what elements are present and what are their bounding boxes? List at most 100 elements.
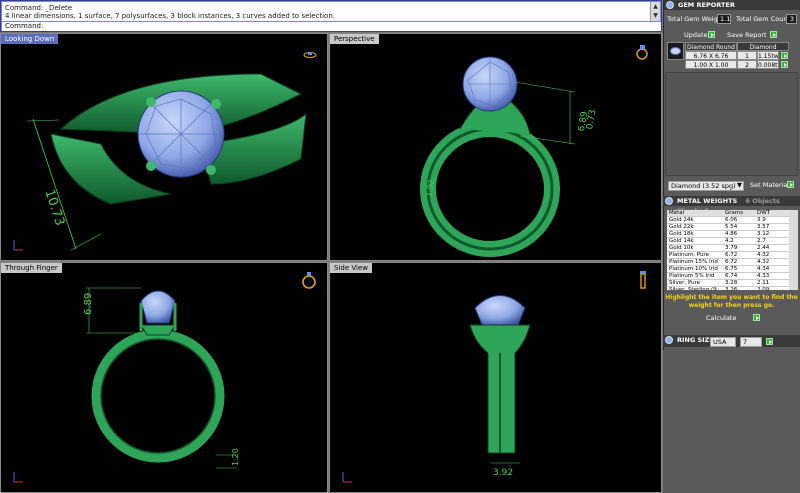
table-cell: 3.79 [725,245,738,251]
viewport-perspective[interactable]: 6.89 0.73 1.92 Perspective [329,33,662,261]
chevron-down-icon[interactable]: ▼ [737,181,742,189]
panel-title: METAL WEIGHTS [677,197,738,205]
table-row[interactable]: Gold 24k 6.06 3.9 [667,217,789,224]
gem-table-cell[interactable]: 1.15tw [757,51,779,60]
command-history-line: Command: _Delete [5,4,73,12]
column-header: DWT [757,210,771,216]
update-button[interactable]: Update [684,31,708,39]
table-row[interactable]: Gold 18k 4.86 3.12 [667,231,789,238]
gem-table-header: Diamond Round [685,42,737,51]
table-row[interactable]: Platinum, Pure 6.72 4.32 [667,252,789,259]
total-gem-weight-label: Total Gem Weight [667,15,725,23]
ring-icon [665,336,673,344]
table-header-row: Metal Grams DWT [667,210,789,217]
viewport-side-view[interactable]: 3.92 Side View [329,262,662,493]
table-cell: Silver, Pure [669,280,701,286]
viewport-title[interactable]: Side View [330,263,372,273]
table-cell: Gold 18k [669,231,694,237]
table-row[interactable]: Silver, Pure 3.28 2.11 [667,280,789,287]
table-row[interactable]: Gold 14k 4.2 2.7 [667,238,789,245]
table-cell: 6.72 [725,252,738,258]
scroll-up-icon[interactable]: ▲ [651,2,660,11]
viewport-looking-down[interactable]: 10.73 Looking Down [0,33,328,261]
dimension-label: 10.73 [41,188,67,228]
table-row[interactable]: Platinum 15% Irid 6.72 4.32 [667,259,789,266]
panel-empty-area [663,350,800,493]
total-gem-count-label: Total Gem Count [736,15,790,23]
calculate-go-icon[interactable] [753,314,760,321]
gem-table-cell[interactable]: 1 [737,51,757,60]
table-row[interactable]: Silver, Sterling (9.. 3.26 2.09 [667,287,789,290]
row-go-icon[interactable] [781,52,788,59]
table-cell: 2.11 [757,280,770,286]
ring-orientation-icon [636,45,648,60]
table-cell: 5.54 [725,224,738,230]
metal-weights-header: METAL WEIGHTS 6 Objects Checked [663,196,800,215]
panel-title: GEM REPORTER [678,1,735,9]
ring-size-go-icon[interactable] [766,338,773,345]
table-cell: 6.06 [725,217,738,223]
axis-indicator-icon [13,240,23,251]
metal-table-scrollbar[interactable] [789,210,798,290]
gem-reporter-header: GEM REPORTER [664,0,800,10]
ring-orientation-icon [640,271,646,289]
country-select[interactable]: USA [710,337,736,347]
ring-size-select[interactable]: 7 [740,337,762,347]
viewport-title[interactable]: Through Finger [1,263,62,273]
gem-table-cell[interactable]: 6.76 X 6.76 [685,51,737,60]
command-history-scrollbar[interactable]: ▲ ▼ [650,2,660,21]
save-report-go-icon[interactable] [770,31,777,38]
gem-table-cell[interactable]: 1.00 X 1.00 [685,60,737,69]
table-cell: 4.33 [757,273,770,279]
update-go-icon[interactable] [708,31,715,38]
row-go-icon[interactable] [781,61,788,68]
column-header: Metal [669,210,685,216]
table-row[interactable]: Platinum 5% Irid 6.74 4.33 [667,273,789,280]
table-cell: 3.28 [725,280,738,286]
instruction-text: Highlight the item you want to find the … [665,294,798,309]
table-cell: 3.57 [757,224,770,230]
gem-table-header: Diamond [737,42,789,51]
table-cell: 4.32 [757,252,770,258]
table-cell: Platinum 10% Irid [669,266,718,272]
metal-weights-table[interactable]: Metal Grams DWT Gold 24k 6.06 3.9 Gold 22k 5… [667,210,789,290]
table-row[interactable]: Platinum 10% Irid 6.75 4.34 [667,266,789,273]
total-gem-weight-value: 1.16 [717,14,731,24]
command-input[interactable]: Command: [2,22,661,31]
dimension-label: 0.73 [585,109,598,130]
table-cell: 6.75 [725,266,738,272]
gem-list-area [665,72,798,176]
gem-icon [666,1,674,9]
axis-indicator-icon [13,472,23,483]
table-cell: Platinum 5% Irid [669,273,715,279]
viewport-title[interactable]: Perspective [330,34,379,44]
viewport-title[interactable]: Looking Down [1,34,59,44]
save-report-button[interactable]: Save Report [727,31,767,39]
metal-icon [665,197,673,205]
scroll-down-icon[interactable]: ▼ [651,11,660,20]
table-cell: 2.44 [757,245,770,251]
set-material-button[interactable]: Set Material [750,181,789,189]
table-cell: 4.2 [725,238,734,244]
ring-render-side: 3.92 [469,295,531,478]
dimension-label: 3.92 [493,468,513,478]
ring-orientation-icon [302,272,316,289]
table-cell: Silver, Sterling (9.. [669,287,721,290]
panel-title: RING SIZE [677,336,714,344]
set-material-go-icon[interactable] [787,181,794,188]
calculate-button[interactable]: Calculate [706,314,736,322]
viewport-through-finger[interactable]: 6.89 1.20 Through Finger [0,262,328,493]
total-gem-count-value: 3 [786,14,797,24]
dimension-label: 6.89 [83,293,94,315]
table-cell: Platinum 15% Irid [669,259,718,265]
table-cell: 3.9 [757,217,766,223]
ring-orientation-icon [303,52,317,58]
table-row[interactable]: Gold 10k 3.79 2.44 [667,245,789,252]
table-cell: 6.74 [725,273,738,279]
table-row[interactable]: Gold 22k 5.54 3.57 [667,224,789,231]
material-select[interactable]: Diamond (3.52 spg) [668,181,744,191]
gem-table-cell[interactable]: 2 [737,60,757,69]
column-header: Grams [725,210,744,216]
table-cell: 4.32 [757,259,770,265]
gem-table-cell[interactable]: 0.008tw [757,60,779,69]
